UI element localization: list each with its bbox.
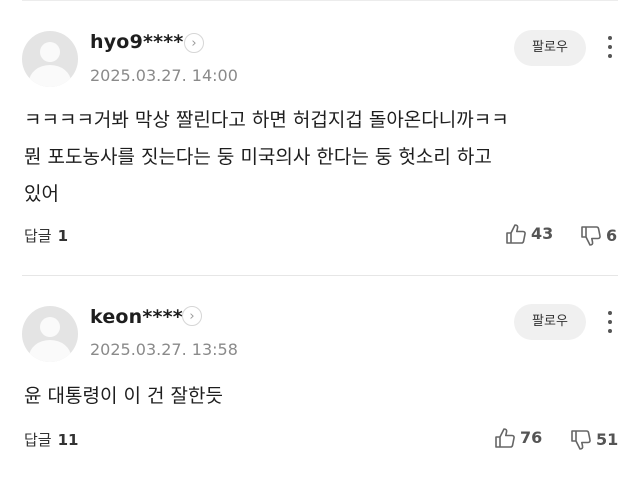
comment-text-line: 윤 대통령이 이 건 잘한듯 — [24, 385, 223, 407]
chevron-right-icon[interactable]: › — [182, 306, 202, 326]
like-count: 43 — [531, 224, 554, 243]
follow-button[interactable]: 팔로우 — [514, 304, 586, 340]
comment-text-line: 뭔 포도농사를 짓는다는 둥 미국의사 한다는 둥 헛소리 하고 — [24, 146, 492, 168]
dislike-count: 51 — [596, 430, 619, 449]
avatar[interactable] — [22, 306, 78, 362]
comment-item: keon**** › 2025.03.27. 13:58 팔로우 윤 대통령이 … — [0, 275, 640, 479]
dislike-count: 6 — [606, 226, 618, 245]
thumbs-up-icon — [495, 428, 515, 448]
comment-item: hyo9**** › 2025.03.27. 14:00 팔로우 ㅋㅋㅋㅋ거봐 … — [0, 0, 640, 275]
avatar-body — [29, 340, 71, 362]
avatar-head — [40, 317, 60, 337]
thumbs-down-icon — [581, 226, 601, 246]
comment-author[interactable]: keon**** — [90, 306, 183, 328]
like-count: 76 — [520, 428, 543, 447]
dislike-button[interactable]: 6 — [580, 225, 624, 249]
avatar-head — [40, 42, 60, 62]
chevron-right-icon[interactable]: › — [184, 33, 204, 53]
comment-date: 2025.03.27. 14:00 — [90, 66, 238, 85]
kebab-menu-icon[interactable] — [602, 34, 618, 62]
avatar[interactable] — [22, 31, 78, 87]
like-button[interactable]: 76 — [494, 427, 550, 451]
follow-button[interactable]: 팔로우 — [514, 30, 586, 66]
avatar-body — [29, 65, 71, 87]
thumbs-up-icon — [506, 224, 526, 244]
dislike-button[interactable]: 51 — [570, 429, 624, 453]
comment-author[interactable]: hyo9**** — [90, 31, 184, 53]
reply-label: 답글 — [24, 431, 52, 449]
kebab-menu-icon[interactable] — [602, 309, 618, 337]
reply-count: 11 — [57, 431, 79, 449]
reply-button[interactable]: 답글 1 — [24, 225, 68, 246]
comment-date: 2025.03.27. 13:58 — [90, 340, 238, 359]
like-button[interactable]: 43 — [505, 223, 557, 247]
comment-text-line: 있어 — [24, 183, 59, 205]
reply-button[interactable]: 답글 11 — [24, 429, 78, 450]
reply-count: 1 — [57, 227, 69, 245]
comment-text-line: ㅋㅋㅋㅋ거봐 막상 짤린다고 하면 허겁지겁 돌아온다니까ㅋㅋ — [24, 109, 509, 131]
thumbs-down-icon — [571, 430, 591, 450]
reply-label: 답글 — [24, 227, 52, 245]
